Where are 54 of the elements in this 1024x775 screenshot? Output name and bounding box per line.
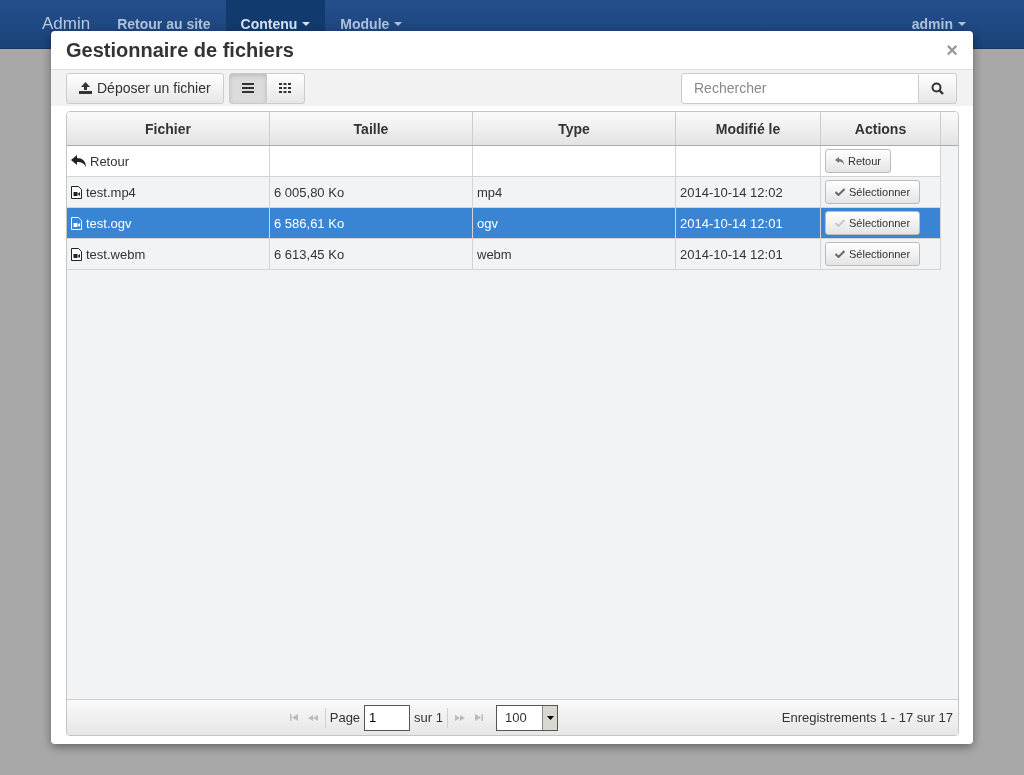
last-page-icon[interactable] xyxy=(475,714,483,721)
record-count: Enregistrements 1 - 17 sur 17 xyxy=(781,710,953,725)
file-name: test.webm xyxy=(86,246,146,262)
column-header[interactable]: Taille xyxy=(270,112,473,145)
column-header[interactable]: Actions xyxy=(821,112,941,145)
list-icon xyxy=(241,83,254,93)
previous-page-icon[interactable] xyxy=(307,714,318,721)
column-header[interactable]: Fichier xyxy=(67,112,270,145)
next-page-icon[interactable] xyxy=(455,714,465,721)
search-button[interactable] xyxy=(919,72,957,104)
file-type: ogv xyxy=(477,215,498,231)
file-size: 6 586,61 Ko xyxy=(274,215,345,231)
list-view-button[interactable] xyxy=(228,72,267,104)
first-page-icon[interactable] xyxy=(289,714,298,721)
back-arrow-icon xyxy=(835,157,844,165)
caret-icon xyxy=(546,715,554,720)
grid-icon xyxy=(279,83,292,93)
file-name: test.mp4 xyxy=(86,184,136,200)
page-size-select[interactable]: 100 xyxy=(496,704,558,731)
search-icon xyxy=(931,81,944,95)
check-icon xyxy=(835,219,845,227)
file-type: mp4 xyxy=(477,184,503,200)
back-button[interactable]: Retour xyxy=(825,149,892,173)
file-name: Retour xyxy=(90,153,130,169)
video-file-icon xyxy=(71,216,82,230)
select-button[interactable]: Sélectionner xyxy=(825,180,921,204)
table-row[interactable]: test.ogv 6 586,61 Ko ogv 2014-10-14 12:01 Sélectionner xyxy=(67,208,941,239)
check-icon xyxy=(835,250,845,258)
table-row[interactable]: Retour Retour xyxy=(67,146,941,177)
file-name: test.ogv xyxy=(86,215,132,231)
modified-date: 2014-10-14 12:01 xyxy=(680,215,783,231)
page-field[interactable]: 1 xyxy=(364,704,411,731)
search-field[interactable]: Rechercher xyxy=(681,72,919,104)
column-header[interactable]: Modifié le xyxy=(676,112,821,145)
table-row[interactable]: test.mp4 6 005,80 Ko mp4 2014-10-14 12:02 Sélectionner xyxy=(67,177,941,208)
table-row[interactable]: test.webm 6 613,45 Ko webm 2014-10-14 12:01 Sélectionner xyxy=(67,239,941,270)
page-count: sur 1 xyxy=(414,710,443,725)
modified-date: 2014-10-14 12:01 xyxy=(680,246,783,262)
check-icon xyxy=(835,188,845,196)
video-file-icon xyxy=(71,247,82,261)
grid-view-button[interactable] xyxy=(266,72,305,104)
file-size: 6 613,45 Ko xyxy=(274,246,345,262)
modified-date: 2014-10-14 12:02 xyxy=(680,184,783,200)
select-button[interactable]: Sélectionner xyxy=(825,211,921,235)
video-file-icon xyxy=(71,185,82,199)
page-label: Page xyxy=(329,710,361,725)
file-size: 6 005,80 Ko xyxy=(274,184,345,200)
nav-link[interactable]: Module xyxy=(325,0,418,48)
file-type: webm xyxy=(477,246,512,262)
column-header[interactable]: Type xyxy=(473,112,676,145)
upload-icon xyxy=(79,82,92,94)
upload-button[interactable]: Déposer un fichier xyxy=(66,72,224,104)
back-arrow-icon xyxy=(71,155,86,167)
select-button[interactable]: Sélectionner xyxy=(825,242,921,266)
